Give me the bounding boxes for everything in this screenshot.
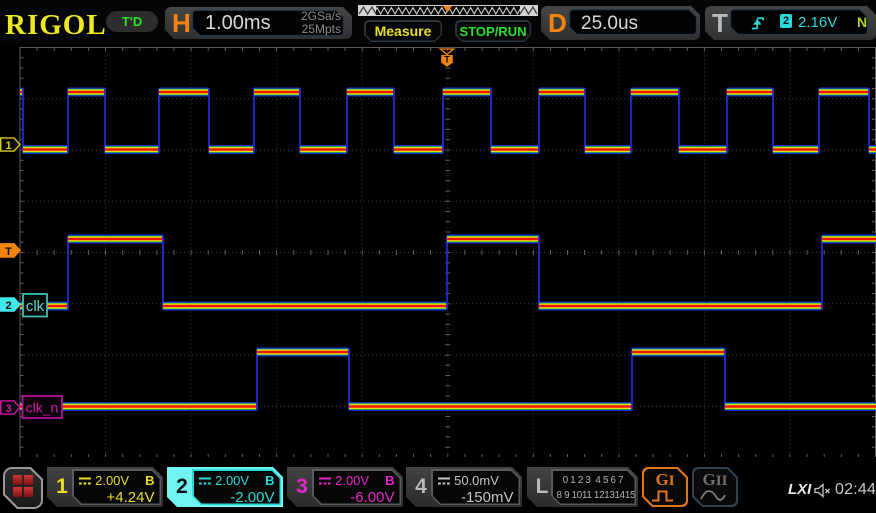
svg-text:1: 1 [5, 140, 11, 152]
svg-text:T: T [5, 246, 12, 258]
svg-text:clk: clk [26, 298, 45, 315]
svg-text:2: 2 [5, 300, 11, 312]
svg-text:3: 3 [5, 403, 11, 415]
svg-text:clk_n: clk_n [26, 400, 59, 416]
svg-text:T: T [444, 55, 450, 66]
